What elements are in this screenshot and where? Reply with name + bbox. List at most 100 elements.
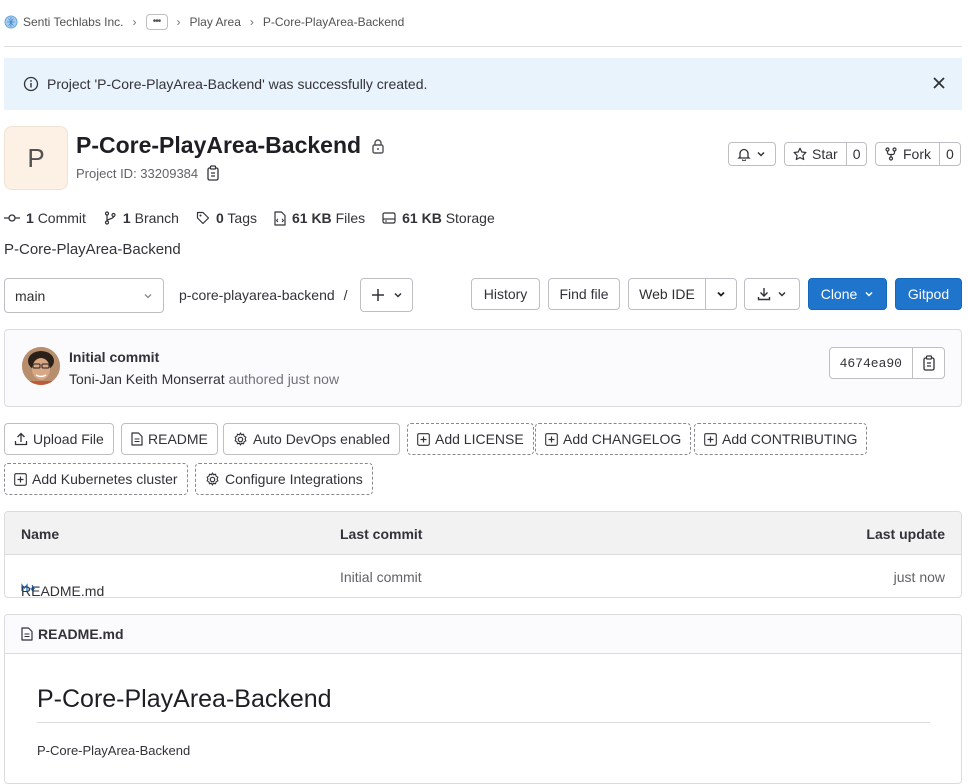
path-separator: /: [343, 287, 348, 303]
tag-icon: [196, 211, 210, 225]
chevron-down-icon: [393, 290, 403, 300]
commit-sha[interactable]: 4674ea90: [830, 348, 912, 378]
clone-label: Clone: [820, 286, 858, 302]
file-icon: [274, 210, 286, 226]
plus-icon: [371, 288, 385, 302]
breadcrumb: Senti Techlabs Inc. › ••• › Play Area › …: [4, 12, 404, 32]
add-contributing-button[interactable]: Add CONTRIBUTING: [694, 423, 868, 455]
plus-square-icon: [545, 432, 558, 446]
branch-icon: [103, 211, 117, 225]
file-table: Name Last commit Last update README.md I…: [4, 511, 962, 598]
table-header: Name Last commit Last update: [5, 512, 961, 555]
chevron-down-icon: [864, 289, 874, 299]
web-ide-split-button: Web IDE: [628, 278, 737, 310]
group-avatar-icon: [4, 15, 18, 29]
notification-dropdown[interactable]: [728, 142, 776, 166]
project-description: P-Core-PlayArea-Backend: [4, 241, 181, 258]
history-button[interactable]: History: [471, 278, 540, 310]
clone-dropdown[interactable]: Clone: [808, 278, 887, 310]
header-divider: [4, 46, 962, 47]
readme-button[interactable]: README: [121, 423, 218, 455]
auto-devops-button[interactable]: Auto DevOps enabled: [223, 423, 400, 455]
configure-integrations-label: Configure Integrations: [225, 471, 363, 487]
download-dropdown[interactable]: [744, 278, 800, 310]
plus-square-icon: [14, 472, 27, 486]
author-avatar[interactable]: [22, 347, 60, 385]
commit-title[interactable]: Initial commit: [69, 349, 159, 365]
commit-author-name[interactable]: Toni-Jan Keith Monserrat: [69, 371, 225, 387]
close-icon[interactable]: [932, 76, 946, 90]
chevron-down-icon: [777, 289, 787, 299]
alert-message: Project 'P-Core-PlayArea-Backend' was su…: [47, 76, 428, 92]
chevron-down-icon: [143, 291, 153, 301]
star-button[interactable]: Star: [785, 143, 846, 165]
star-button-group[interactable]: Star 0: [784, 142, 868, 166]
project-stats: 1 Commit 1 Branch 0 Tags 61 KB Files 61 …: [4, 208, 512, 228]
download-icon: [757, 287, 771, 301]
branch-selector[interactable]: main: [4, 278, 164, 313]
add-changelog-button[interactable]: Add CHANGELOG: [535, 423, 692, 455]
add-changelog-label: Add CHANGELOG: [563, 431, 682, 447]
commits-label: Commit: [37, 210, 86, 226]
readme-header: README.md: [5, 615, 961, 654]
star-count[interactable]: 0: [845, 143, 867, 165]
readme-body: P-Core-PlayArea-Backend: [37, 743, 191, 758]
column-header-name: Name: [21, 526, 60, 542]
chevron-down-icon: [756, 149, 766, 159]
fork-button-group[interactable]: Fork 0: [875, 142, 961, 166]
files-stat[interactable]: 61 KB Files: [274, 210, 365, 226]
upload-file-button[interactable]: Upload File: [4, 423, 114, 455]
upload-icon: [14, 432, 28, 446]
chevron-right-icon: ›: [132, 15, 137, 29]
web-ide-dropdown-toggle[interactable]: [705, 279, 736, 309]
configure-integrations-button[interactable]: Configure Integrations: [195, 463, 373, 495]
info-icon: [23, 76, 39, 92]
breadcrumb-ellipsis-button[interactable]: •••: [145, 14, 168, 30]
project-avatar: P: [4, 126, 68, 190]
table-row[interactable]: README.md Initial commit just now: [5, 555, 961, 597]
bell-icon: [737, 147, 751, 161]
project-id-text: Project ID: 33209384: [76, 165, 199, 181]
branch-selector-value: main: [15, 287, 46, 304]
commits-count: 1: [26, 210, 34, 226]
readme-panel: README.md P-Core-PlayArea-Backend P-Core…: [4, 614, 962, 784]
copy-sha-button[interactable]: [912, 348, 944, 378]
files-size: 61 KB: [291, 210, 332, 226]
settings-icon: [205, 471, 220, 487]
settings-icon: [233, 431, 248, 447]
breadcrumb-subgroup[interactable]: Play Area: [190, 15, 241, 29]
add-kubernetes-label: Add Kubernetes cluster: [32, 471, 178, 487]
chevron-down-icon: [717, 291, 725, 297]
find-file-button[interactable]: Find file: [548, 278, 620, 310]
commits-stat[interactable]: 1 Commit: [4, 210, 86, 226]
add-license-button[interactable]: Add LICENSE: [407, 423, 534, 455]
notification-content: [729, 143, 774, 165]
lock-icon: [371, 138, 385, 154]
add-to-tree-dropdown[interactable]: [360, 278, 413, 312]
gitpod-button[interactable]: Gitpod: [895, 278, 962, 310]
web-ide-button[interactable]: Web IDE: [629, 279, 705, 309]
project-name: P-Core-PlayArea-Backend: [76, 132, 362, 158]
readme-filename[interactable]: README.md: [38, 626, 124, 642]
plus-square-icon: [704, 432, 717, 446]
breadcrumb-project[interactable]: P-Core-PlayArea-Backend: [263, 15, 404, 29]
fork-button[interactable]: Fork: [876, 143, 939, 165]
fork-count[interactable]: 0: [939, 143, 960, 165]
file-last-commit[interactable]: Initial commit: [340, 569, 422, 585]
breadcrumb-group[interactable]: Senti Techlabs Inc.: [4, 15, 124, 29]
copy-icon[interactable]: [206, 165, 220, 181]
branches-label: Branch: [134, 210, 179, 226]
tags-stat[interactable]: 0 Tags: [196, 210, 257, 226]
plus-square-icon: [417, 432, 430, 446]
repo-path-root[interactable]: p-core-playarea-backend: [179, 287, 335, 303]
file-icon: [21, 627, 33, 641]
branches-stat[interactable]: 1 Branch: [103, 210, 179, 226]
breadcrumb-group-label: Senti Techlabs Inc.: [23, 15, 124, 29]
column-header-last-update: Last update: [866, 526, 945, 542]
storage-stat[interactable]: 61 KB Storage: [382, 210, 495, 226]
chevron-right-icon: ›: [176, 15, 181, 29]
repo-path-breadcrumb: p-core-playarea-backend /: [179, 287, 348, 303]
add-kubernetes-button[interactable]: Add Kubernetes cluster: [4, 463, 188, 495]
commit-sha-group: 4674ea90: [828, 347, 945, 379]
success-alert: Project 'P-Core-PlayArea-Backend' was su…: [4, 58, 962, 110]
